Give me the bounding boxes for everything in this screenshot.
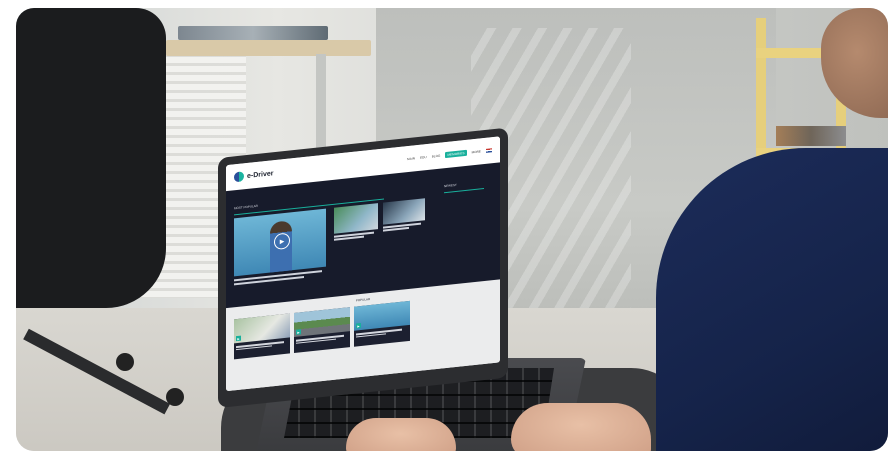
play-icon[interactable]: ▶ (236, 335, 241, 342)
play-icon[interactable]: ▶ (356, 322, 361, 329)
popular-card[interactable]: ▶ (354, 300, 410, 347)
section-label: MOST POPULAR (234, 203, 258, 211)
right-hand (511, 403, 651, 451)
office-chair (16, 8, 166, 308)
article-card[interactable] (334, 203, 378, 275)
shelf-books (776, 126, 846, 146)
nav-item[interactable]: BLOG (432, 154, 441, 159)
chair-wheel (116, 353, 134, 371)
play-icon[interactable]: ▶ (296, 329, 301, 335)
desk (166, 40, 371, 56)
article-card[interactable] (383, 198, 425, 269)
logo-mark-icon (234, 171, 244, 183)
featured-video[interactable]: ▶ (234, 208, 326, 277)
popular-card[interactable]: ▶ (234, 313, 290, 360)
logo-text: e-Driver (247, 169, 274, 180)
nav-item[interactable]: MAIN (407, 156, 415, 161)
article-thumbnail (334, 203, 378, 234)
chair-wheel (166, 388, 184, 406)
laptop-lid: e-Driver MAIN EDU BLOG MEMORIES MORE MOS… (218, 127, 508, 408)
left-hand (346, 418, 456, 451)
popular-card[interactable]: ▶ (294, 307, 350, 354)
section-label: NEWEST (444, 182, 457, 189)
site-logo[interactable]: e-Driver (234, 168, 274, 183)
nav-item[interactable]: MORE (472, 149, 481, 154)
site-nav: MAIN EDU BLOG MEMORIES MORE (407, 147, 492, 162)
laptop-screen: e-Driver MAIN EDU BLOG MEMORIES MORE MOS… (226, 136, 500, 392)
language-flag-icon[interactable] (486, 148, 492, 153)
books-on-desk (178, 26, 328, 40)
nav-item-active[interactable]: MEMORIES (445, 149, 467, 159)
photo-frame: e-Driver MAIN EDU BLOG MEMORIES MORE MOS… (16, 8, 888, 451)
article-thumbnail (383, 198, 425, 225)
nav-item[interactable]: EDU (420, 155, 427, 160)
